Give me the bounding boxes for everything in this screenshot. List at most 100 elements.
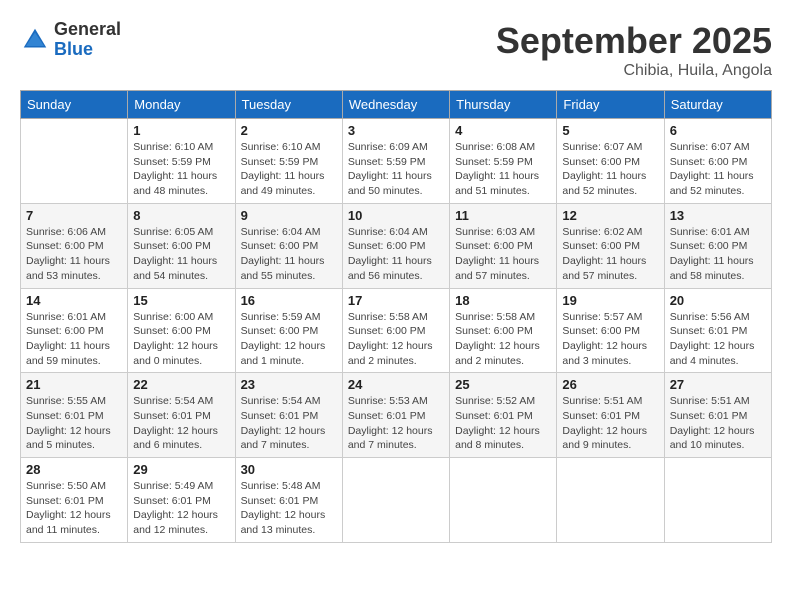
day-detail: Sunrise: 6:01 AMSunset: 6:00 PMDaylight:… [670, 225, 766, 284]
day-detail: Sunrise: 5:58 AMSunset: 6:00 PMDaylight:… [455, 310, 551, 369]
day-detail: Sunrise: 6:07 AMSunset: 6:00 PMDaylight:… [670, 140, 766, 199]
day-number: 18 [455, 293, 551, 308]
day-number: 27 [670, 377, 766, 392]
day-number: 10 [348, 208, 444, 223]
day-number: 2 [241, 123, 337, 138]
calendar-cell: 15 Sunrise: 6:00 AMSunset: 6:00 PMDayligh… [128, 288, 235, 373]
day-detail: Sunrise: 5:50 AMSunset: 6:01 PMDaylight:… [26, 479, 122, 538]
page-header: General Blue September 2025 Chibia, Huil… [20, 20, 772, 80]
day-detail: Sunrise: 6:04 AMSunset: 6:00 PMDaylight:… [348, 225, 444, 284]
day-detail: Sunrise: 5:54 AMSunset: 6:01 PMDaylight:… [133, 394, 229, 453]
calendar-cell: 21Sunrise: 5:55 AMSunset: 6:01 PMDayligh… [21, 373, 128, 458]
day-detail: Sunrise: 5:53 AMSunset: 6:01 PMDaylight:… [348, 394, 444, 453]
day-number: 8 [133, 208, 229, 223]
title-block: September 2025 Chibia, Huila, Angola [496, 20, 772, 80]
calendar-table: SundayMondayTuesdayWednesdayThursdayFrid… [20, 90, 772, 543]
calendar-cell: 29 Sunrise: 5:49 AMSunset: 6:01 PMDayligh… [128, 458, 235, 543]
day-detail: Sunrise: 6:01 AMSunset: 6:00 PMDaylight:… [26, 310, 122, 369]
calendar-cell [664, 458, 771, 543]
day-detail: Sunrise: 6:08 AMSunset: 5:59 PMDaylight:… [455, 140, 551, 199]
day-number: 14 [26, 293, 122, 308]
calendar-week-row: 1 Sunrise: 6:10 AMSunset: 5:59 PMDaylight… [21, 119, 772, 204]
day-detail: Sunrise: 5:57 AMSunset: 6:00 PMDaylight:… [562, 310, 658, 369]
calendar-cell: 4 Sunrise: 6:08 AMSunset: 5:59 PMDaylight… [450, 119, 557, 204]
day-detail: Sunrise: 6:10 AMSunset: 5:59 PMDaylight:… [241, 140, 337, 199]
calendar-cell: 27 Sunrise: 5:51 AMSunset: 6:01 PMDayligh… [664, 373, 771, 458]
day-detail: Sunrise: 6:10 AMSunset: 5:59 PMDaylight:… [133, 140, 229, 199]
calendar-cell [21, 119, 128, 204]
calendar-cell: 5Sunrise: 6:07 AMSunset: 6:00 PMDaylight… [557, 119, 664, 204]
day-detail: Sunrise: 6:04 AMSunset: 6:00 PMDaylight:… [241, 225, 337, 284]
day-number: 25 [455, 377, 551, 392]
calendar-cell [557, 458, 664, 543]
weekday-header: Monday [128, 91, 235, 119]
calendar-cell: 6 Sunrise: 6:07 AMSunset: 6:00 PMDaylight… [664, 119, 771, 204]
day-number: 7 [26, 208, 122, 223]
day-number: 22 [133, 377, 229, 392]
day-detail: Sunrise: 6:05 AMSunset: 6:00 PMDaylight:… [133, 225, 229, 284]
calendar-cell: 18 Sunrise: 5:58 AMSunset: 6:00 PMDayligh… [450, 288, 557, 373]
day-detail: Sunrise: 6:06 AMSunset: 6:00 PMDaylight:… [26, 225, 122, 284]
day-detail: Sunrise: 5:49 AMSunset: 6:01 PMDaylight:… [133, 479, 229, 538]
day-detail: Sunrise: 6:03 AMSunset: 6:00 PMDaylight:… [455, 225, 551, 284]
weekday-header: Tuesday [235, 91, 342, 119]
calendar-cell: 2 Sunrise: 6:10 AMSunset: 5:59 PMDaylight… [235, 119, 342, 204]
day-number: 30 [241, 462, 337, 477]
day-detail: Sunrise: 5:58 AMSunset: 6:00 PMDaylight:… [348, 310, 444, 369]
day-number: 15 [133, 293, 229, 308]
day-detail: Sunrise: 5:51 AMSunset: 6:01 PMDaylight:… [562, 394, 658, 453]
day-number: 6 [670, 123, 766, 138]
calendar-cell: 14 Sunrise: 6:01 AMSunset: 6:00 PMDayligh… [21, 288, 128, 373]
logo-text: General Blue [54, 20, 121, 60]
calendar-cell: 25Sunrise: 5:52 AMSunset: 6:01 PMDayligh… [450, 373, 557, 458]
calendar-cell: 11Sunrise: 6:03 AMSunset: 6:00 PMDayligh… [450, 203, 557, 288]
calendar-cell: 7 Sunrise: 6:06 AMSunset: 6:00 PMDaylight… [21, 203, 128, 288]
calendar-week-row: 7 Sunrise: 6:06 AMSunset: 6:00 PMDaylight… [21, 203, 772, 288]
day-number: 13 [670, 208, 766, 223]
day-number: 21 [26, 377, 122, 392]
weekday-header: Friday [557, 91, 664, 119]
day-number: 17 [348, 293, 444, 308]
day-number: 9 [241, 208, 337, 223]
calendar-cell: 3 Sunrise: 6:09 AMSunset: 5:59 PMDaylight… [342, 119, 449, 204]
day-detail: Sunrise: 5:59 AMSunset: 6:00 PMDaylight:… [241, 310, 337, 369]
day-detail: Sunrise: 6:00 AMSunset: 6:00 PMDaylight:… [133, 310, 229, 369]
weekday-header: Sunday [21, 91, 128, 119]
day-detail: Sunrise: 5:51 AMSunset: 6:01 PMDaylight:… [670, 394, 766, 453]
day-detail: Sunrise: 5:54 AMSunset: 6:01 PMDaylight:… [241, 394, 337, 453]
calendar-cell: 8 Sunrise: 6:05 AMSunset: 6:00 PMDaylight… [128, 203, 235, 288]
calendar-cell: 10 Sunrise: 6:04 AMSunset: 6:00 PMDayligh… [342, 203, 449, 288]
weekday-header: Thursday [450, 91, 557, 119]
calendar-cell: 1 Sunrise: 6:10 AMSunset: 5:59 PMDaylight… [128, 119, 235, 204]
location-subtitle: Chibia, Huila, Angola [496, 62, 772, 80]
weekday-header: Saturday [664, 91, 771, 119]
calendar-cell: 23 Sunrise: 5:54 AMSunset: 6:01 PMDayligh… [235, 373, 342, 458]
calendar-cell [342, 458, 449, 543]
logo-icon [20, 25, 50, 55]
calendar-cell: 9 Sunrise: 6:04 AMSunset: 6:00 PMDaylight… [235, 203, 342, 288]
day-detail: Sunrise: 6:09 AMSunset: 5:59 PMDaylight:… [348, 140, 444, 199]
day-number: 12 [562, 208, 658, 223]
calendar-cell: 12 Sunrise: 6:02 AMSunset: 6:00 PMDayligh… [557, 203, 664, 288]
day-number: 3 [348, 123, 444, 138]
day-number: 28 [26, 462, 122, 477]
day-number: 4 [455, 123, 551, 138]
day-number: 1 [133, 123, 229, 138]
calendar-cell: 22 Sunrise: 5:54 AMSunset: 6:01 PMDayligh… [128, 373, 235, 458]
day-detail: Sunrise: 6:07 AMSunset: 6:00 PMDaylight:… [562, 140, 658, 199]
calendar-week-row: 14 Sunrise: 6:01 AMSunset: 6:00 PMDayligh… [21, 288, 772, 373]
day-detail: Sunrise: 6:02 AMSunset: 6:00 PMDaylight:… [562, 225, 658, 284]
day-number: 29 [133, 462, 229, 477]
day-number: 16 [241, 293, 337, 308]
weekday-header: Wednesday [342, 91, 449, 119]
logo-general: General [54, 20, 121, 40]
month-title: September 2025 [496, 20, 772, 62]
calendar-cell: 24Sunrise: 5:53 AMSunset: 6:01 PMDayligh… [342, 373, 449, 458]
calendar-cell: 28 Sunrise: 5:50 AMSunset: 6:01 PMDayligh… [21, 458, 128, 543]
calendar-cell: 16 Sunrise: 5:59 AMSunset: 6:00 PMDayligh… [235, 288, 342, 373]
calendar-week-row: 21Sunrise: 5:55 AMSunset: 6:01 PMDayligh… [21, 373, 772, 458]
day-detail: Sunrise: 5:48 AMSunset: 6:01 PMDaylight:… [241, 479, 337, 538]
calendar-cell: 20Sunrise: 5:56 AMSunset: 6:01 PMDayligh… [664, 288, 771, 373]
day-number: 23 [241, 377, 337, 392]
calendar-cell: 19Sunrise: 5:57 AMSunset: 6:00 PMDayligh… [557, 288, 664, 373]
